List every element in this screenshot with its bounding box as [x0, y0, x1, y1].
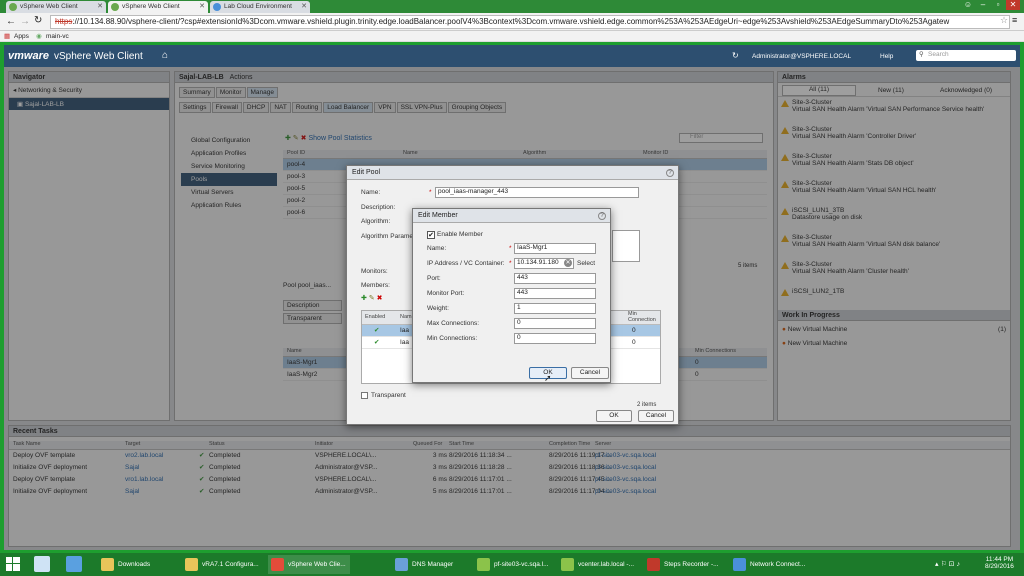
max-connections-field[interactable]: 0 — [514, 318, 596, 329]
bookmark-main-vc[interactable]: main-vc — [46, 33, 69, 40]
taskbar-app-icon — [477, 558, 490, 571]
add-member-icon[interactable]: ✚ — [361, 295, 367, 302]
transparent-checkbox[interactable] — [361, 392, 368, 399]
vsphere-favicon-icon — [111, 3, 119, 11]
monitor-port-field[interactable]: 443 — [514, 288, 596, 299]
lab-favicon-icon — [213, 3, 221, 11]
select-link[interactable]: Select — [577, 260, 595, 267]
taskbar-item[interactable]: Network Connect... — [730, 555, 812, 574]
help-icon[interactable]: ? — [598, 212, 606, 220]
taskbar-app-icon — [101, 558, 114, 571]
weight-field[interactable]: 1 — [514, 303, 596, 314]
close-tab-icon[interactable]: ✕ — [199, 2, 205, 10]
port-field[interactable]: 443 — [514, 273, 596, 284]
edit-member-icon[interactable]: ✎ — [369, 295, 375, 302]
member-name-field[interactable]: IaaS-Mgr1 — [514, 243, 596, 254]
edit-pool-ok-button[interactable]: OK — [596, 410, 632, 422]
edit-pool-title: Edit Pool — [352, 169, 381, 176]
refresh-icon[interactable]: ↻ — [732, 51, 739, 60]
taskbar-app-icon — [185, 558, 198, 571]
enable-member-checkbox[interactable]: ✔ — [427, 231, 435, 239]
apps-icon: ▦ — [4, 33, 11, 40]
mouse-cursor-icon: ➚ — [544, 373, 552, 383]
bookmark-star-icon[interactable]: ☆ — [1000, 15, 1008, 26]
user-icon[interactable]: ☺ — [961, 0, 975, 10]
server-manager-icon[interactable] — [34, 556, 50, 572]
vsphere-header: vmware vSphere Web Client ⌂ ↻ Administra… — [4, 45, 1020, 67]
taskbar-item[interactable]: vRA7.1 Configura... — [182, 555, 264, 574]
edit-pool-cancel-button[interactable]: Cancel — [638, 410, 674, 422]
bookmark-icon: ◉ — [36, 33, 42, 40]
help-icon[interactable]: ? — [666, 169, 674, 177]
windows-taskbar: Downloads vRA7.1 Configura... vSphere Web … — [0, 553, 1024, 576]
url-input[interactable]: https://10.134.88.90/vsphere-client/?csp… — [50, 15, 1010, 29]
taskbar-item[interactable]: vcenter.lab.local -... — [558, 555, 640, 574]
algorithm-params-field[interactable] — [612, 230, 640, 262]
address-bar-row: ← → ↻ https://10.134.88.90/vsphere-clien… — [0, 13, 1024, 31]
browser-tab-2[interactable]: vSphere Web Client ✕ — [108, 1, 208, 13]
window-controls: ☺ – ▫ ✕ — [960, 0, 1020, 10]
maximize-icon[interactable]: ▫ — [991, 0, 1005, 10]
close-tab-icon[interactable]: ✕ — [301, 2, 307, 10]
close-tab-icon[interactable]: ✕ — [97, 2, 103, 10]
edit-member-title: Edit Member — [418, 212, 458, 219]
enabled-check-icon: ✔ — [374, 327, 380, 334]
reload-icon[interactable]: ↻ — [34, 15, 42, 26]
search-icon: ⚲ — [919, 51, 924, 58]
taskbar-item[interactable]: vSphere Web Clie... — [268, 555, 350, 574]
bookmarks-bar: ▦ Apps ◉ main-vc — [0, 31, 1024, 42]
powershell-icon[interactable] — [66, 556, 82, 572]
clock[interactable]: 11:44 PM 8/29/2016 — [985, 556, 1014, 570]
minimize-icon[interactable]: – — [976, 0, 990, 10]
help-menu[interactable]: Help — [880, 53, 893, 60]
taskbar-item[interactable]: Downloads — [98, 555, 180, 574]
forward-icon[interactable]: → — [20, 16, 30, 27]
browser-tab-1[interactable]: vSphere Web Client ✕ — [6, 1, 106, 13]
taskbar-app-icon — [647, 558, 660, 571]
taskbar-app-icon — [733, 558, 746, 571]
global-search-input[interactable]: ⚲ Search — [916, 50, 1016, 61]
chrome-menu-icon[interactable]: ≡ — [1012, 15, 1017, 25]
taskbar-item[interactable]: DNS Manager — [392, 555, 474, 574]
user-menu[interactable]: Administrator@VSPHERE.LOCAL — [752, 53, 851, 60]
browser-tab-3[interactable]: Lab Cloud Environment ✕ — [210, 1, 310, 13]
product-title: vSphere Web Client — [54, 51, 143, 62]
edit-member-dialog: Edit Member? ✔ Enable Member Name: * Iaa… — [412, 208, 611, 383]
taskbar-app-icon — [271, 558, 284, 571]
taskbar-app-icon — [561, 558, 574, 571]
edit-member-cancel-button[interactable]: Cancel — [571, 367, 609, 379]
home-icon[interactable]: ⌂ — [162, 50, 168, 61]
browser-tab-strip: vSphere Web Client ✕ vSphere Web Client ✕ … — [0, 0, 1024, 13]
delete-member-icon[interactable]: ✖ — [377, 295, 383, 302]
taskbar-app-icon — [395, 558, 408, 571]
tray-icons[interactable]: ▴ ⚐ ⊡ ♪ — [935, 560, 960, 568]
bookmark-apps[interactable]: Apps — [14, 33, 29, 40]
vsphere-favicon-icon — [9, 3, 17, 11]
pool-name-field[interactable]: pool_iaas-manager_443 — [435, 187, 639, 198]
taskbar-item[interactable]: pf-site03-vc.sqa.l... — [474, 555, 556, 574]
back-icon[interactable]: ← — [6, 16, 16, 27]
enabled-check-icon: ✔ — [374, 339, 380, 346]
clear-field-icon[interactable]: ✕ — [564, 259, 572, 267]
windows-start-icon[interactable] — [6, 557, 20, 571]
min-connections-field[interactable]: 0 — [514, 333, 596, 344]
vmware-logo: vmware — [8, 50, 49, 62]
close-window-icon[interactable]: ✕ — [1006, 0, 1020, 10]
taskbar-item[interactable]: Steps Recorder -... — [644, 555, 726, 574]
